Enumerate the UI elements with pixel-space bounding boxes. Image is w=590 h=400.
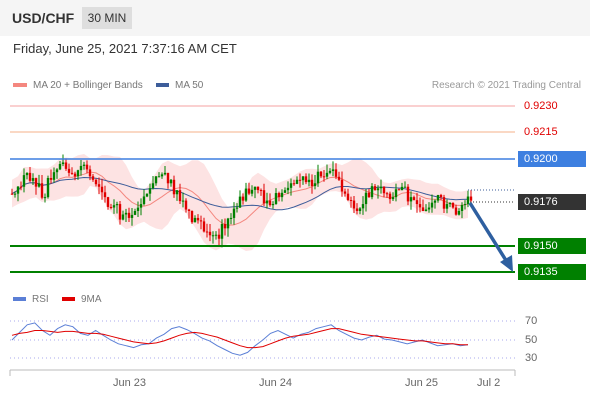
rsi-level-30: 30 [525,352,538,364]
rsi-line-layer [11,322,469,356]
candle [238,190,242,208]
x-tick-jul2: Jul 2 [477,377,501,389]
pivot-label: 0.9200 [518,151,586,167]
rsi-level-50: 50 [525,334,538,346]
price-chart[interactable] [0,0,590,400]
candle [190,210,194,224]
support-1-label: 0.9150 [518,238,586,254]
rsi-level-70: 70 [525,315,538,327]
candle [46,175,50,199]
forecast-arrow [468,202,513,272]
x-tick-jun24: Jun 24 [259,377,293,389]
resistance-2-label: 0.9230 [524,100,558,112]
last-price-label: 0.9176 [518,194,586,210]
candle [244,182,248,202]
rsi-9ma-line [11,328,468,349]
x-tick-jun23: Jun 23 [113,377,147,389]
x-tick-jun25: Jun 25 [405,377,439,389]
support-2-label: 0.9135 [518,264,586,280]
resistance-1-label: 0.9215 [524,126,558,138]
